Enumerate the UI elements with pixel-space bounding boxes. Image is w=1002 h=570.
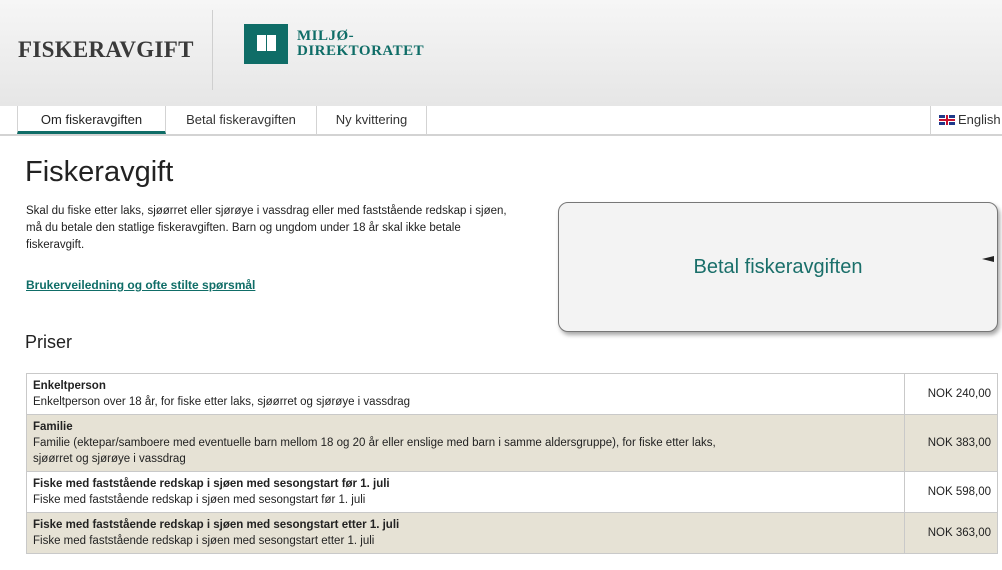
logo-text: MILJØ- DIREKTORATET: [297, 29, 424, 59]
price-item: Enkeltperson Enkeltperson over 18 år, fo…: [26, 373, 905, 415]
logo-line1: MILJØ-: [297, 28, 355, 44]
main-nav: Om fiskeravgiften Betal fiskeravgiften N…: [0, 106, 1002, 136]
price-value: NOK 363,00: [904, 512, 998, 554]
price-item-description: Familie (ektepar/samboere med eventuelle…: [33, 437, 716, 465]
price-item-title: Fiske med faststående redskap i sjøen me…: [33, 519, 400, 531]
prices-table: Enkeltperson Enkeltperson over 18 år, fo…: [26, 373, 998, 554]
uk-flag-icon: [939, 115, 955, 125]
price-item-title: Fiske med faststående redskap i sjøen me…: [33, 478, 390, 490]
help-link[interactable]: Brukerveiledning og ofte stilte spørsmål: [26, 278, 255, 292]
price-item-description: Fiske med faststående redskap i sjøen me…: [33, 494, 366, 506]
price-item: Fiske med faststående redskap i sjøen me…: [26, 512, 905, 554]
miljodirektoratet-logo[interactable]: MILJØ- DIREKTORATET: [244, 24, 424, 64]
pay-fee-button[interactable]: Betal fiskeravgiften: [558, 202, 998, 332]
tab-om-fiskeravgiften[interactable]: Om fiskeravgiften: [17, 106, 166, 134]
language-switch[interactable]: English: [930, 106, 1002, 134]
page-title: Fiskeravgift: [25, 156, 174, 188]
site-title[interactable]: FISKERAVGIFT: [18, 37, 194, 63]
pay-fee-label: Betal fiskeravgiften: [693, 255, 863, 278]
intro-text: Skal du fiske etter laks, sjøørret eller…: [26, 205, 507, 251]
price-item-description: Fiske med faststående redskap i sjøen me…: [33, 535, 375, 547]
tab-ny-kvittering[interactable]: Ny kvittering: [317, 106, 427, 134]
table-row: Fiske med faststående redskap i sjøen me…: [26, 471, 998, 513]
book-logo-icon: [244, 24, 288, 64]
price-item-title: Enkeltperson: [33, 380, 106, 392]
site-header: FISKERAVGIFT MILJØ- DIREKTORATET: [0, 0, 1002, 106]
table-row: Familie Familie (ektepar/samboere med ev…: [26, 414, 998, 472]
logo-line2: DIREKTORATET: [297, 43, 425, 59]
prices-title: Priser: [25, 332, 73, 352]
price-value: NOK 383,00: [904, 414, 998, 472]
header-divider: [212, 10, 213, 90]
price-item: Fiske med faststående redskap i sjøen me…: [26, 471, 905, 513]
price-value: NOK 598,00: [904, 471, 998, 513]
price-item-description: Enkeltperson over 18 år, for fiske etter…: [33, 396, 411, 408]
language-label: English: [958, 112, 1001, 127]
tab-betal-fiskeravgiften[interactable]: Betal fiskeravgiften: [166, 106, 317, 134]
price-item-title: Familie: [33, 421, 73, 433]
price-value: NOK 240,00: [904, 373, 998, 415]
price-item: Familie Familie (ektepar/samboere med ev…: [26, 414, 905, 472]
arrow-pointer-icon: [982, 256, 994, 262]
table-row: Fiske med faststående redskap i sjøen me…: [26, 512, 998, 554]
table-row: Enkeltperson Enkeltperson over 18 år, fo…: [26, 373, 998, 415]
